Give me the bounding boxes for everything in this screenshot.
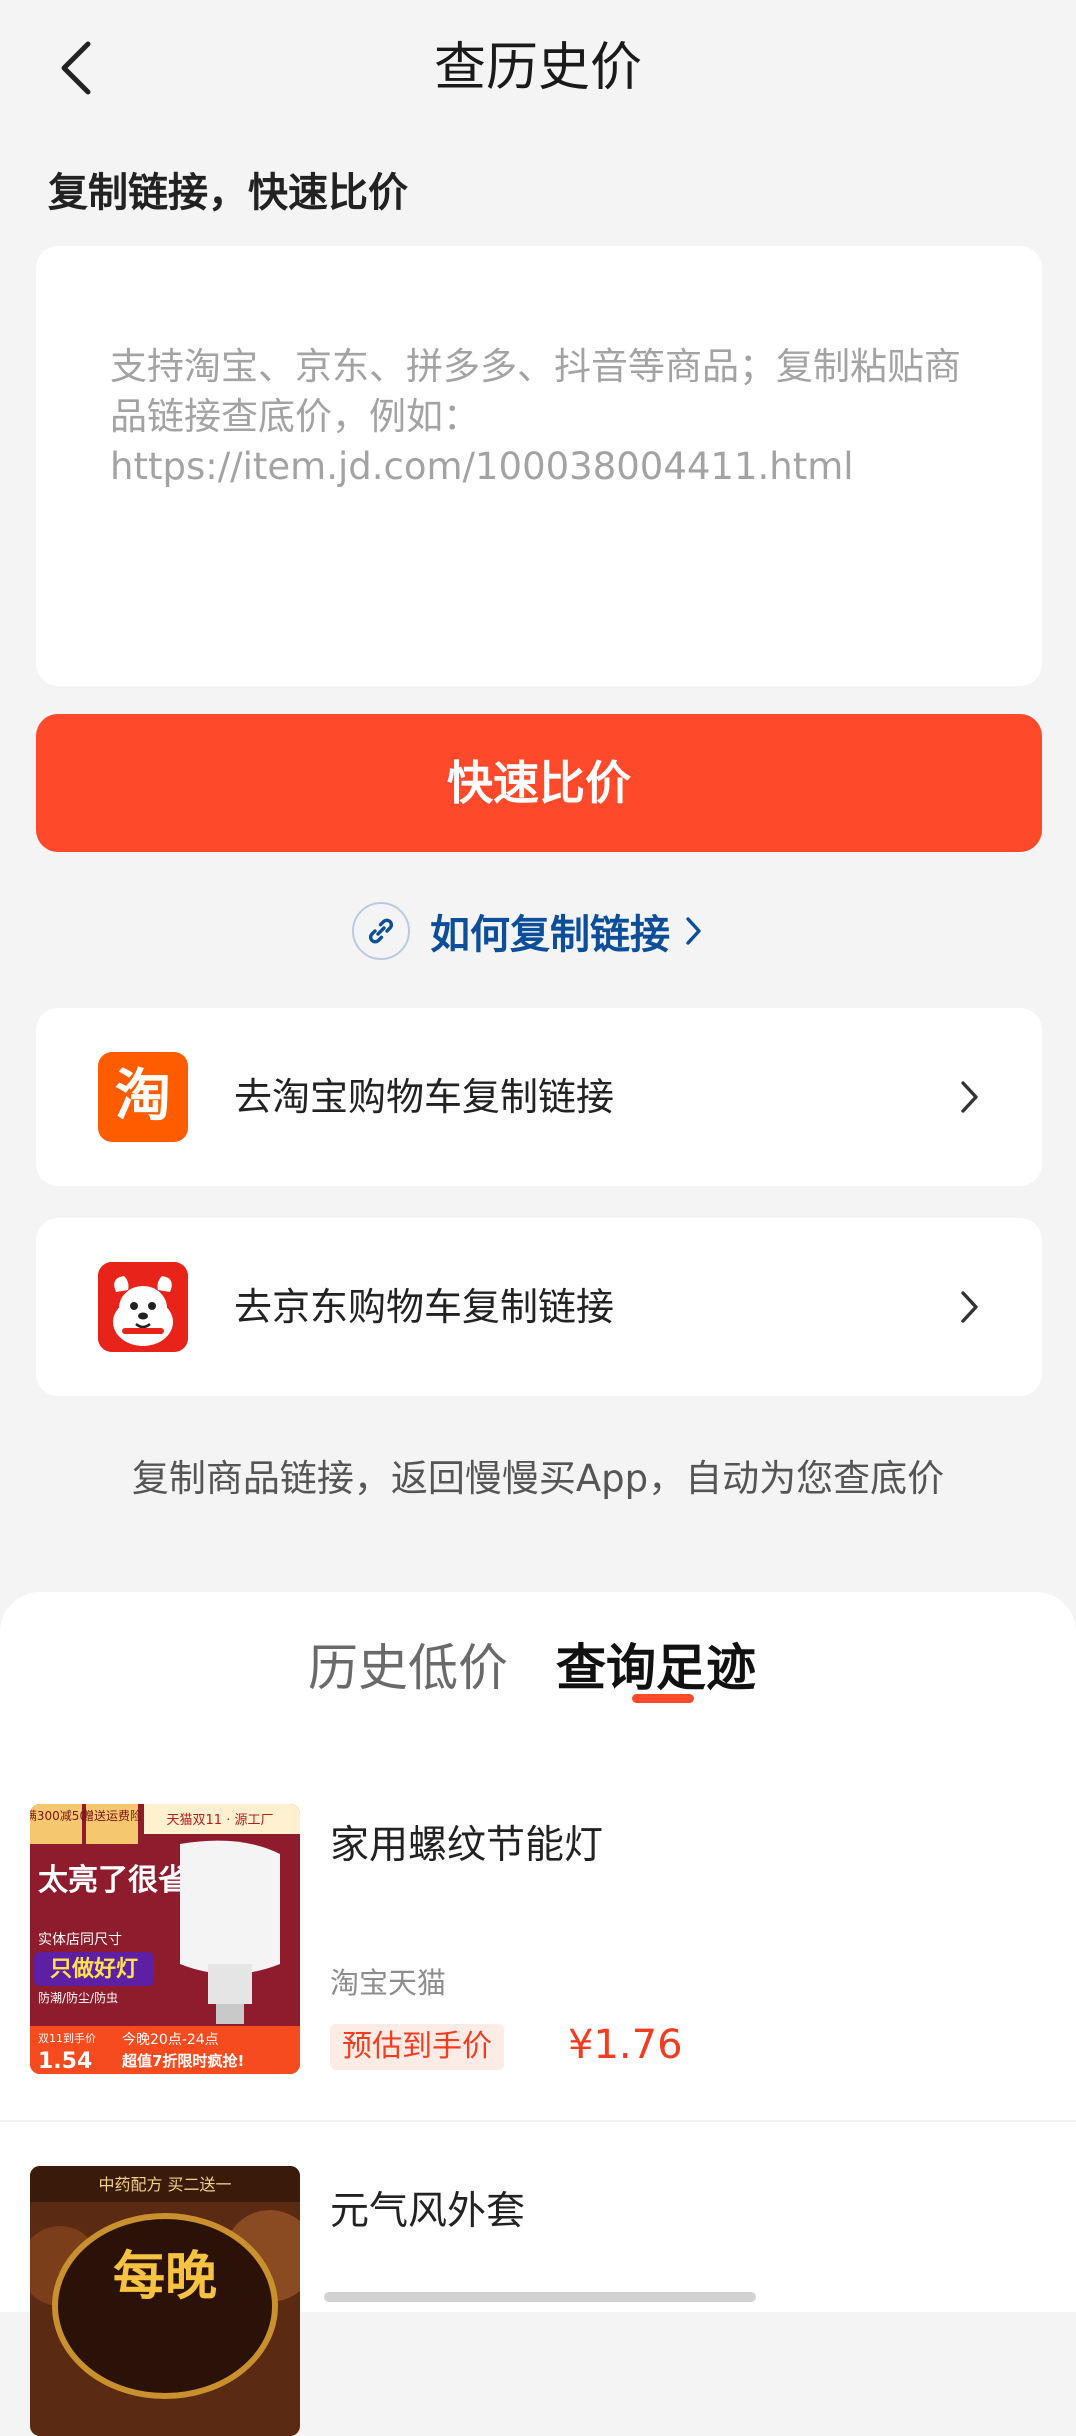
thumb-left-label: 双11到手价 bbox=[38, 2031, 96, 2045]
product-price: ¥1.76 bbox=[568, 2022, 683, 2068]
thumb-promo2: 超值7折限时疯抢! bbox=[121, 2052, 244, 2070]
thumb-features: 防潮/防尘/防虫 bbox=[38, 1990, 118, 2005]
product-name: 家用螺纹节能灯 bbox=[330, 1823, 604, 1868]
how-to-copy-link-label: 如何复制链接 bbox=[430, 912, 670, 958]
thumb-left-price: 1.54 bbox=[38, 2049, 92, 2074]
active-tab-indicator bbox=[632, 1694, 694, 1703]
hint-text: 复制商品链接，返回慢慢买App，自动为您查底价 bbox=[131, 1457, 945, 1500]
thumb-big: 每晚 bbox=[113, 2247, 217, 2307]
how-to-copy-link[interactable]: 如何复制链接 bbox=[352, 900, 704, 962]
product-name: 元气风外套 bbox=[330, 2189, 526, 2234]
thumb-sub: 实体店同尺寸 bbox=[38, 1932, 122, 1948]
list-item[interactable]: 中药配方 买二送一 每晚 元气风外套 bbox=[0, 2166, 1076, 2436]
divider bbox=[0, 2120, 1076, 2122]
link-icon bbox=[352, 902, 410, 960]
chevron-right-icon bbox=[686, 917, 701, 945]
thumb-slogan: 只做好灯 bbox=[50, 1956, 138, 1982]
product-thumbnail: 满300减50 赠送运费险 天猫双11 · 源工厂 太亮了很省电 实体店同尺寸 … bbox=[30, 1804, 300, 2074]
taobao-cart-row[interactable]: 淘 去淘宝购物车复制链接 bbox=[36, 1008, 1042, 1186]
price-badge: 预估到手价 bbox=[330, 2024, 504, 2070]
link-input[interactable] bbox=[110, 342, 990, 642]
jd-logo-icon bbox=[98, 1262, 188, 1352]
link-input-card bbox=[36, 246, 1042, 686]
product-thumbnail: 中药配方 买二送一 每晚 bbox=[30, 2166, 300, 2436]
jd-cart-label: 去京东购物车复制链接 bbox=[234, 1285, 615, 1329]
chevron-right-icon bbox=[961, 1081, 978, 1113]
taobao-logo-icon: 淘 bbox=[98, 1052, 188, 1142]
taobao-cart-label: 去淘宝购物车复制链接 bbox=[234, 1075, 615, 1119]
thumb-promo: 今晚20点-24点 bbox=[122, 2032, 219, 2048]
section-title: 复制链接，快速比价 bbox=[48, 170, 408, 216]
tab-query-history[interactable]: 查询足迹 bbox=[556, 1628, 756, 1700]
page-title: 查历史价 bbox=[433, 38, 642, 98]
list-item[interactable]: 满300减50 赠送运费险 天猫双11 · 源工厂 太亮了很省电 实体店同尺寸 … bbox=[0, 1804, 1076, 2104]
thumb-corner1: 满300减50 bbox=[30, 1809, 87, 1823]
thumb-top-right: 天猫双11 · 源工厂 bbox=[167, 1813, 274, 1828]
product-source: 淘宝天猫 bbox=[330, 1966, 447, 2000]
chevron-right-icon bbox=[961, 1291, 978, 1323]
jd-cart-row[interactable]: 去京东购物车复制链接 bbox=[36, 1218, 1042, 1396]
thumb-corner2: 赠送运费险 bbox=[82, 1808, 142, 1823]
tab-history-low-price[interactable]: 历史低价 bbox=[308, 1628, 508, 1700]
thumb-banner: 中药配方 买二送一 bbox=[98, 2175, 231, 2194]
quick-compare-button[interactable]: 快速比价 bbox=[36, 714, 1042, 852]
